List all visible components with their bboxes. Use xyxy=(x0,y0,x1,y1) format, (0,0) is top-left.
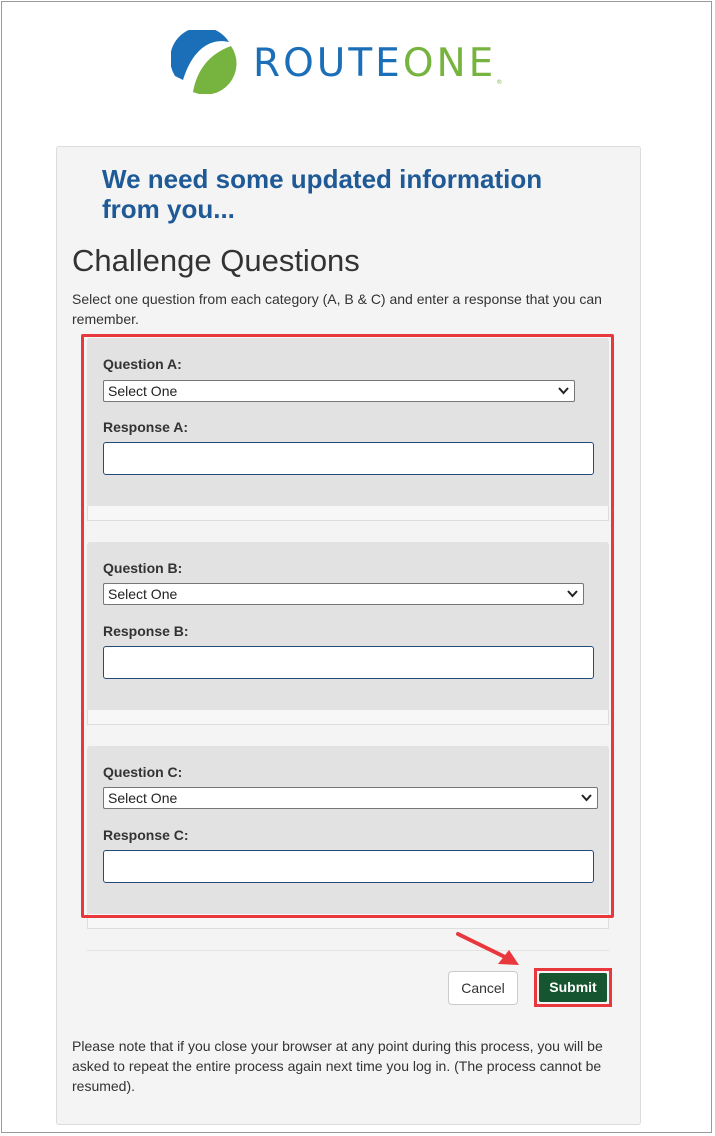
cancel-button[interactable]: Cancel xyxy=(448,971,518,1005)
submit-button[interactable]: Submit xyxy=(539,973,607,1002)
process-note: Please note that if you close your brows… xyxy=(72,1038,603,1094)
instructions-text: Select one question from each category (… xyxy=(72,291,602,327)
questions-highlight-box xyxy=(81,334,614,918)
page-headline: We need some updated information from yo… xyxy=(102,164,543,224)
logo-route-text: ROUTE xyxy=(253,41,403,86)
divider xyxy=(87,950,609,951)
logo-wordmark: ROUTEONE® xyxy=(253,41,502,86)
logo-registered-mark: ® xyxy=(496,79,503,86)
routeone-logo-icon xyxy=(171,30,237,94)
arrow-annotation-icon xyxy=(456,932,519,965)
routeone-logo: ROUTEONE® xyxy=(171,30,502,94)
logo-one-text: ONE xyxy=(402,41,497,86)
section-title: Challenge Questions xyxy=(72,243,360,278)
